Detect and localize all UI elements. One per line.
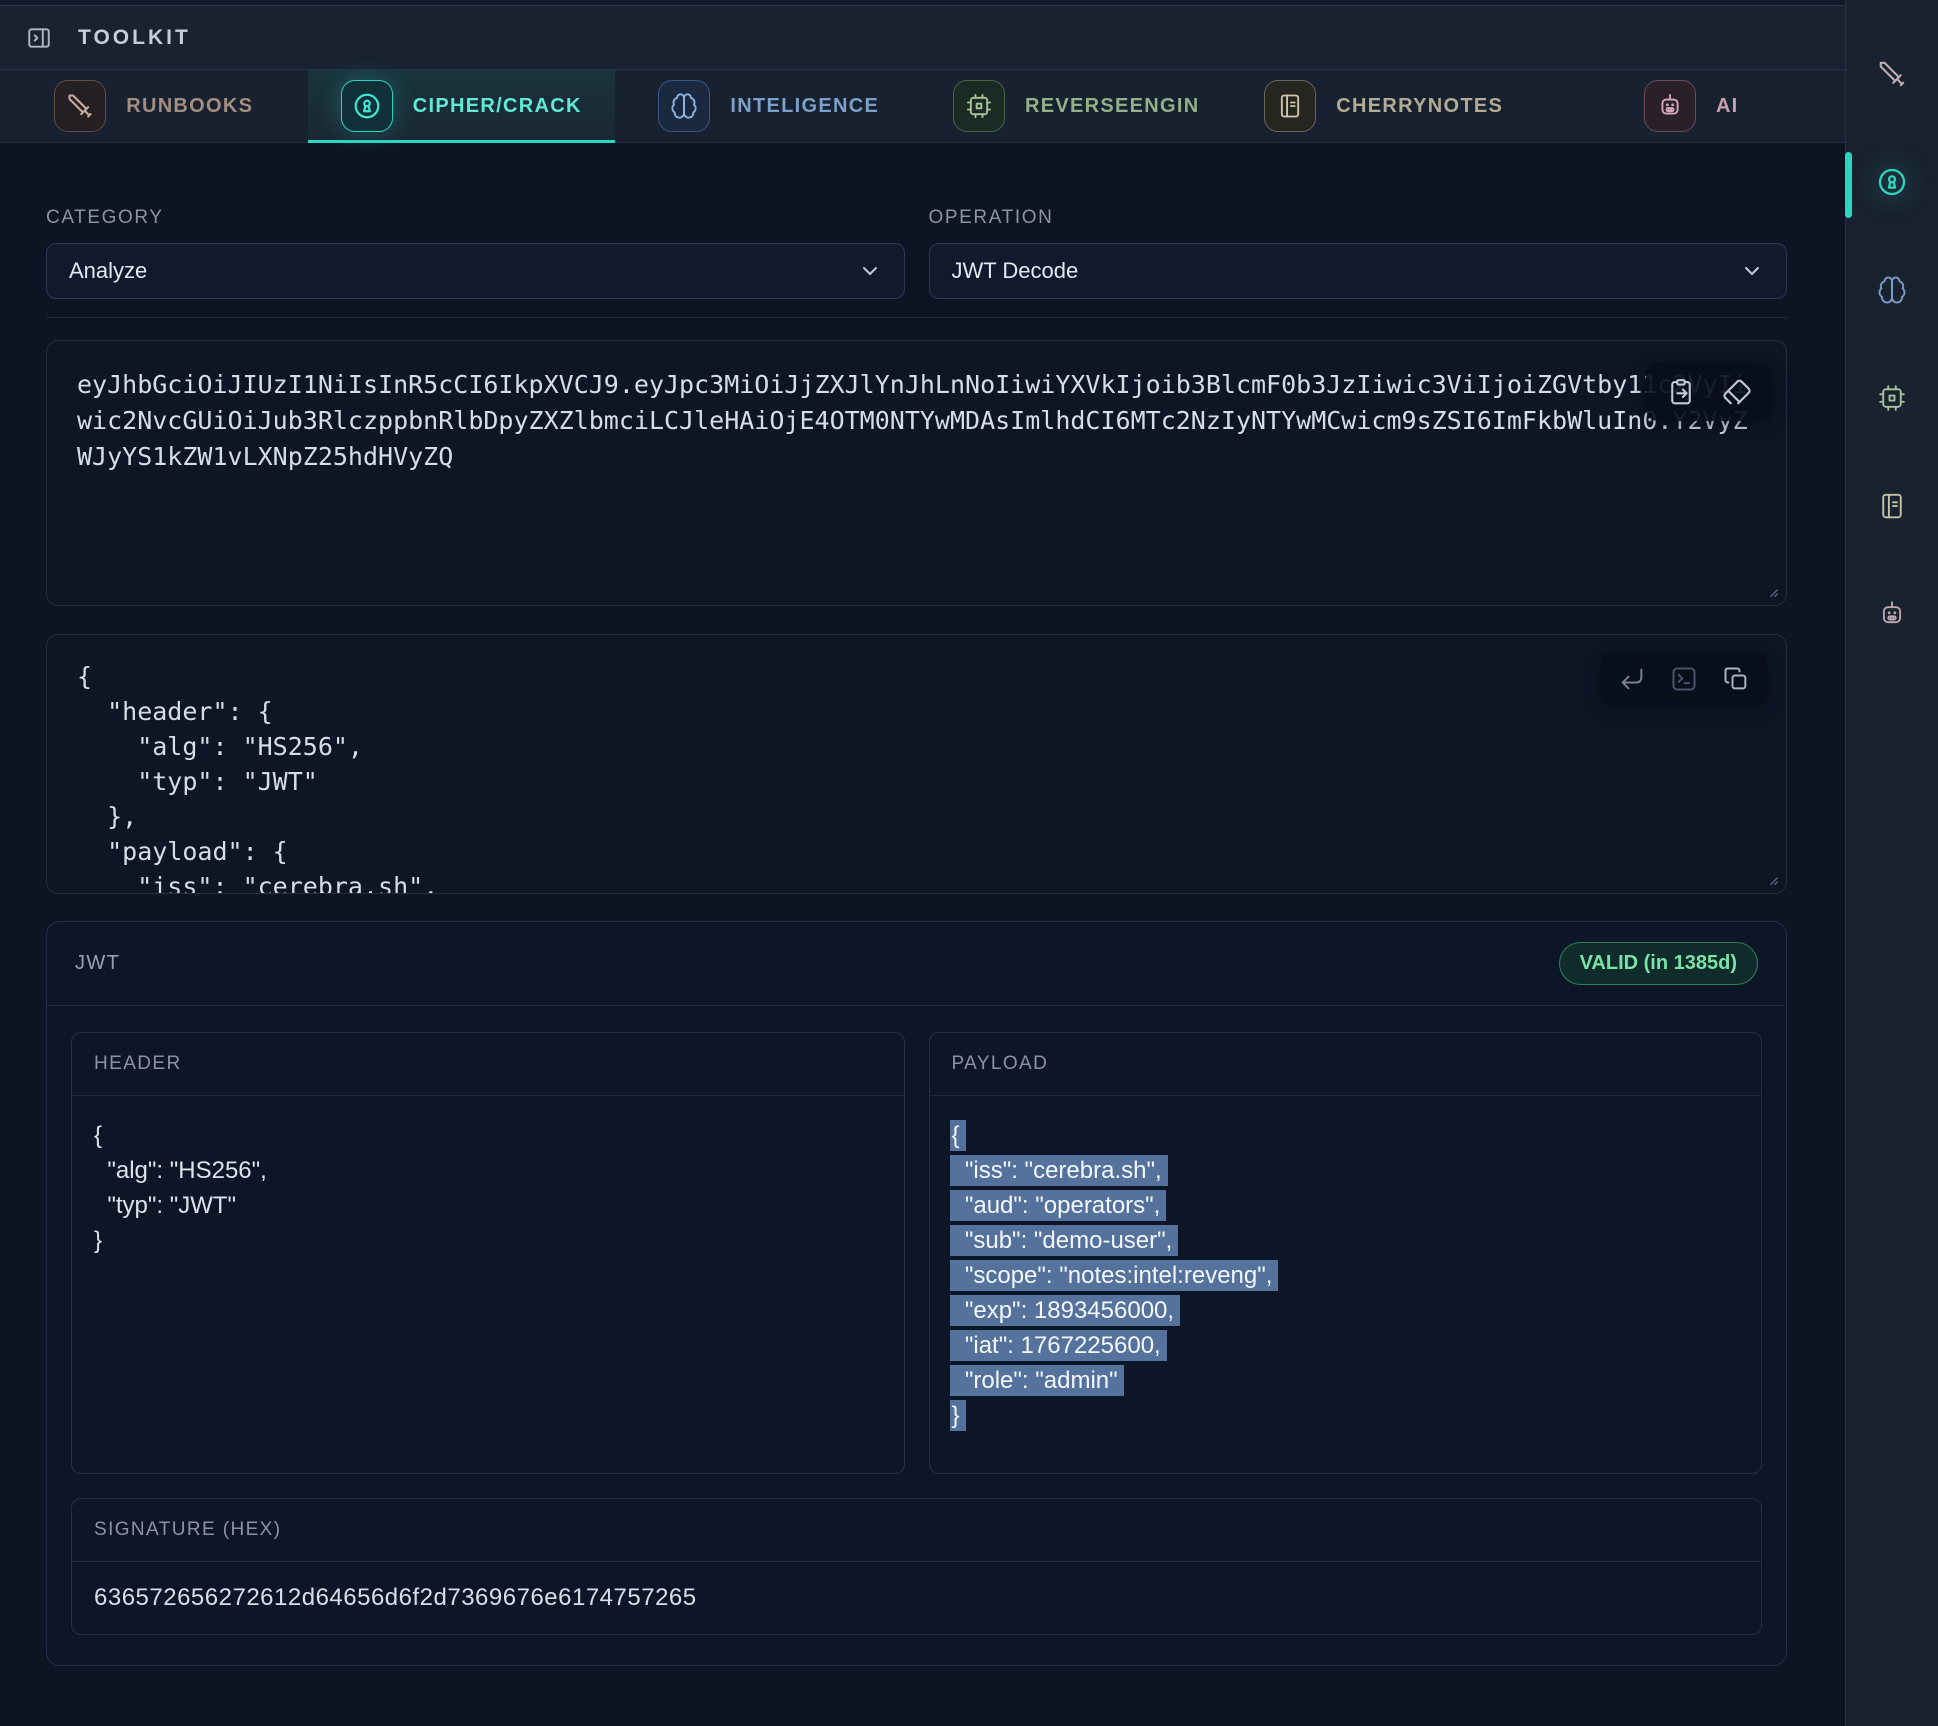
payload-json-line: "iss": "cerebra.sh", [952,1153,1740,1188]
jwt-signature-title: SIGNATURE (HEX) [72,1499,1761,1562]
topbar: TOOLKIT [0,6,1845,70]
tab-label: REVERSEENGIN [1025,95,1200,118]
jwt-grid: HEADER { "alg": "HS256", "typ": "JWT" } … [71,1032,1762,1474]
payload-json-line: "scope": "notes:intel:reveng", [952,1258,1740,1293]
sword-icon [54,80,106,132]
brain-icon[interactable] [1876,274,1908,306]
payload-json-line: "exp": 1893456000, [952,1293,1740,1328]
payload-json-line: } [952,1398,1740,1433]
status-badge: VALID (in 1385d) [1559,942,1758,985]
payload-json-line: "aud": "operators", [952,1188,1740,1223]
tab-label: CIPHER/CRACK [413,95,582,118]
resize-handle[interactable] [1759,866,1781,888]
tab-cipher-crack[interactable]: CIPHER/CRACK [308,70,616,142]
decode-output: { "header": { "alg": "HS256", "typ": "JW… [47,635,1786,893]
app-title: TOOLKIT [78,26,191,50]
robot-icon [1644,80,1696,132]
tab-label: RUNBOOKS [126,95,253,118]
terminal-icon[interactable] [1670,665,1698,693]
copy-icon[interactable] [1722,665,1750,693]
tab-inteligence[interactable]: INTELIGENCE [615,70,923,142]
output-hover-toolbar [1600,653,1768,705]
category-select[interactable]: Analyze [46,243,905,299]
toolkit-window: TOOLKIT RUNBOOKS CIPHER/CRACK INTELIGE [0,0,1938,1726]
tab-reverseengin[interactable]: REVERSEENGIN [923,70,1231,142]
clipboard-export-icon[interactable] [1666,377,1696,407]
tab-label: CHERRYNOTES [1336,95,1503,118]
jwt-result-panel: JWT VALID (in 1385d) HEADER { "alg": "HS… [46,921,1787,1666]
form-row: CATEGORY Analyze OPERATION JWT Decode [46,207,1787,299]
main-column: TOOLKIT RUNBOOKS CIPHER/CRACK INTELIGE [0,0,1845,1726]
section-divider [46,317,1787,318]
lock-keyhole-icon [341,80,393,132]
payload-json-line: "iat": 1767225600, [952,1328,1740,1363]
cipher-crack-panel: CATEGORY Analyze OPERATION JWT Decode [0,143,1845,1726]
resize-handle[interactable] [1759,578,1781,600]
notebook-icon[interactable] [1876,490,1908,522]
jwt-header-json: { "alg": "HS256", "typ": "JWT" } [94,1118,882,1258]
notebook-icon [1264,80,1316,132]
side-rail [1845,0,1938,1726]
jwt-payload-content: { "iss": "cerebra.sh", "aud": "operators… [930,1096,1762,1455]
payload-json-line: "sub": "demo-user", [952,1223,1740,1258]
tab-cherrynotes[interactable]: CHERRYNOTES [1230,70,1538,142]
operation-value: JWT Decode [952,258,1079,284]
panel-toggle-icon[interactable] [26,25,52,51]
return-icon[interactable] [1618,665,1646,693]
active-rail-indicator [1845,152,1852,218]
payload-json-line: { [952,1118,1740,1153]
operation-select[interactable]: JWT Decode [929,243,1788,299]
token-input-box: eyJhbGciOiJIUzI1NiIsInR5cCI6IkpXVCJ9.eyJ… [46,340,1787,606]
sword-icon[interactable] [1876,58,1908,90]
tab-bar: RUNBOOKS CIPHER/CRACK INTELIGENCE REVERS… [0,70,1845,143]
cpu-icon[interactable] [1876,382,1908,414]
jwt-header-box: HEADER { "alg": "HS256", "typ": "JWT" } [71,1032,905,1474]
tab-label: INTELIGENCE [730,95,879,118]
jwt-header-title: HEADER [72,1033,904,1096]
category-field: CATEGORY Analyze [46,207,905,299]
category-label: CATEGORY [46,207,905,229]
jwt-signature-box: SIGNATURE (HEX) 636572656272612d64656d6f… [71,1498,1762,1635]
jwt-panel-body: HEADER { "alg": "HS256", "typ": "JWT" } … [47,1006,1786,1665]
lock-keyhole-icon[interactable] [1876,166,1908,198]
jwt-payload-title: PAYLOAD [930,1033,1762,1096]
chevron-down-icon [1740,259,1764,283]
jwt-payload-box: PAYLOAD { "iss": "cerebra.sh", "aud": "o… [929,1032,1763,1474]
tab-ai[interactable]: AI [1538,70,1846,142]
jwt-panel-header: JWT VALID (in 1385d) [47,922,1786,1006]
payload-json-line: "role": "admin" [952,1363,1740,1398]
token-input[interactable]: eyJhbGciOiJIUzI1NiIsInR5cCI6IkpXVCJ9.eyJ… [47,341,1786,605]
tab-runbooks[interactable]: RUNBOOKS [0,70,308,142]
operation-label: OPERATION [929,207,1788,229]
category-value: Analyze [69,258,147,284]
eraser-icon[interactable] [1722,377,1752,407]
jwt-header-content: { "alg": "HS256", "typ": "JWT" } [72,1096,904,1280]
tab-label: AI [1716,95,1739,118]
jwt-title: JWT [75,952,120,975]
robot-icon[interactable] [1876,598,1908,630]
chevron-down-icon [858,259,882,283]
decode-output-box: { "header": { "alg": "HS256", "typ": "JW… [46,634,1787,894]
operation-field: OPERATION JWT Decode [929,207,1788,299]
cpu-icon [953,80,1005,132]
input-hover-toolbar [1646,363,1772,421]
jwt-signature-value: 636572656272612d64656d6f2d7369676e617475… [72,1562,1761,1634]
brain-icon [658,80,710,132]
